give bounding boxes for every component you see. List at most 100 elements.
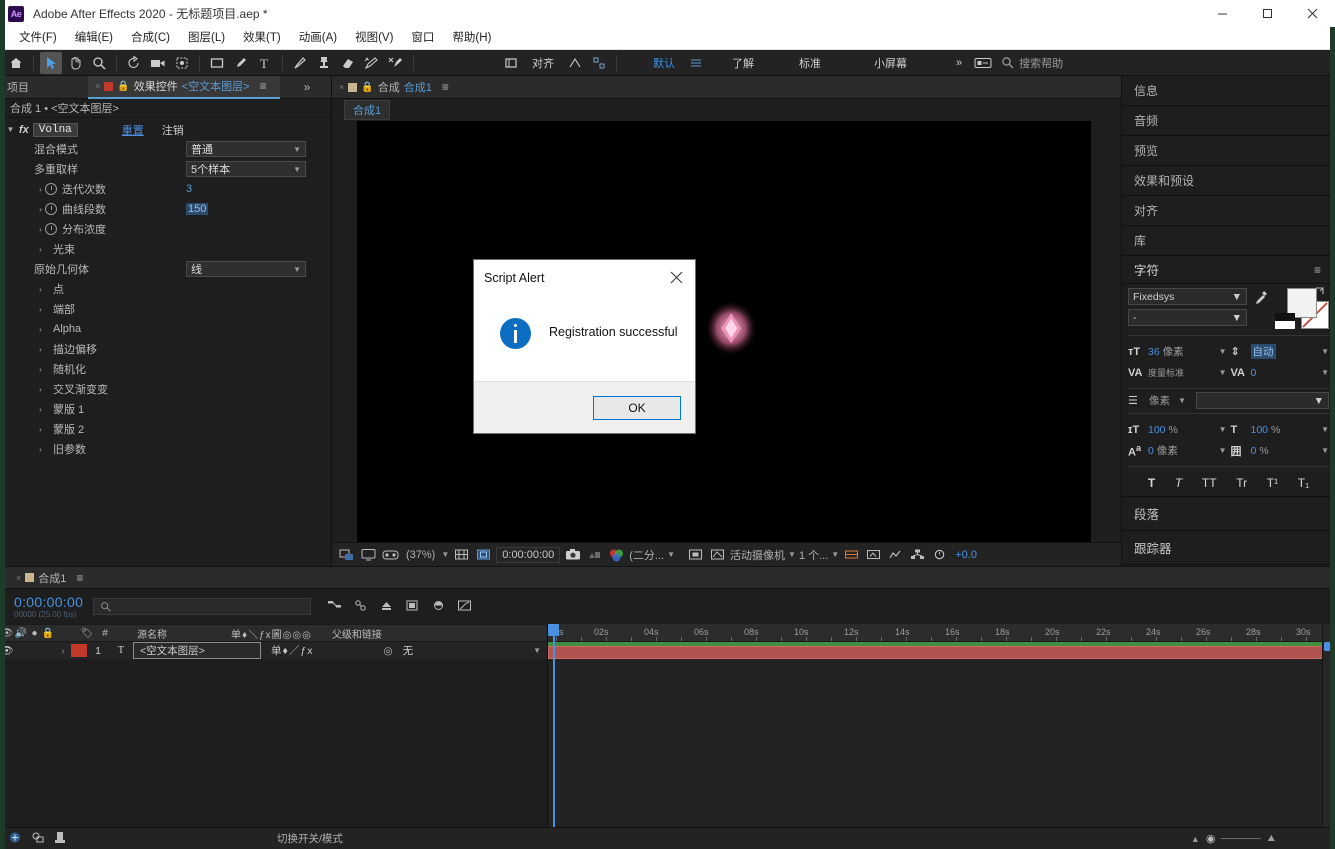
font-family-select[interactable]: Fixedsys ▼ (1128, 288, 1247, 305)
chevron-down-icon[interactable]: ▼ (1178, 396, 1186, 405)
panel-character-header[interactable]: 字符 ≡ (1122, 256, 1335, 284)
all-caps-button[interactable]: TT (1202, 476, 1217, 490)
superscript-button[interactable]: T¹ (1267, 476, 1278, 490)
hand-tool-icon[interactable] (64, 52, 86, 74)
chevron-down-icon[interactable]: ▼ (1219, 347, 1227, 356)
tab-project[interactable]: 项目 (0, 76, 36, 99)
menu-window[interactable]: 窗口 (402, 27, 443, 50)
brush-tool-icon[interactable] (289, 52, 311, 74)
enable-frame-blending-icon[interactable] (405, 599, 420, 615)
panel-overflow-icon[interactable]: » (298, 80, 317, 94)
tab-composition[interactable]: × 🔒 合成 合成1 ≡ (332, 76, 462, 99)
snapping-icon[interactable] (588, 52, 610, 74)
close-icon[interactable] (657, 263, 695, 293)
workspace-overflow-icon[interactable]: » (916, 57, 971, 69)
menu-view[interactable]: 视图(V) (346, 27, 402, 50)
resolution-dropdown[interactable]: (二分... (629, 547, 664, 563)
layer-switches[interactable]: 单♦／ƒx (261, 643, 313, 658)
composition-mini-flowchart-icon[interactable] (327, 599, 342, 615)
stroke-type-select[interactable]: ▼ (1195, 392, 1329, 409)
timeline-tracker-icon[interactable] (54, 831, 66, 847)
views-dropdown[interactable]: 1 个... (799, 547, 828, 563)
hide-shy-layers-icon[interactable] (379, 599, 394, 615)
panel-effects-presets[interactable]: 效果和预设 (1122, 166, 1335, 196)
snapshot-camera-icon[interactable] (563, 546, 582, 564)
exposure-value[interactable]: +0.0 (952, 549, 980, 561)
zoom-out-icon[interactable]: ▲ (1191, 834, 1200, 844)
curve-segments-value[interactable]: 150 (186, 203, 209, 215)
effect-name[interactable]: Volna (32, 122, 78, 137)
chevron-down-icon[interactable]: ▼ (1219, 425, 1227, 434)
faux-italic-button[interactable]: T (1175, 476, 1182, 490)
align-panel-icon[interactable] (500, 52, 522, 74)
tab-close-icon[interactable]: × (339, 82, 344, 92)
tab-close-icon[interactable]: × (95, 81, 100, 91)
home-icon[interactable] (5, 52, 27, 74)
menu-animation[interactable]: 动画(A) (290, 27, 346, 50)
selection-tool-icon[interactable] (40, 51, 62, 74)
vr-view-icon[interactable] (381, 546, 400, 564)
mask-shape-view-icon[interactable] (708, 546, 727, 564)
resolution-chevron-icon[interactable]: ▼ (667, 550, 675, 559)
stopwatch-icon[interactable] (45, 183, 57, 195)
panel-menu-icon[interactable]: ≡ (254, 79, 273, 93)
camera-tool-icon[interactable] (147, 52, 169, 74)
main-viewer-icon[interactable] (359, 546, 378, 564)
multisampling-dropdown[interactable]: 5个样本 ▼ (186, 161, 306, 177)
layer-bar-track[interactable] (548, 642, 1335, 663)
rotation-tool-icon[interactable] (123, 52, 145, 74)
kerning-field[interactable]: VA 度量标准 ▼ (1128, 363, 1227, 382)
subscript-button[interactable]: T₁ (1298, 476, 1309, 490)
workspace-standard[interactable]: 标准 (763, 55, 830, 71)
timeline-zoom-slider[interactable]: ▲ ◉ ⛰ (1191, 832, 1275, 845)
timeline-search-input[interactable] (93, 598, 312, 615)
tracking-field[interactable]: VA 0 ▼ (1231, 363, 1330, 382)
zoom-slider-track[interactable] (1221, 838, 1262, 839)
toggle-switches-modes-icon[interactable] (31, 831, 45, 847)
composition-canvas[interactable] (357, 121, 1091, 542)
layer-expand-icon[interactable]: › (55, 645, 71, 657)
maximize-icon[interactable] (1245, 0, 1290, 27)
disclosure-triangle-icon[interactable]: › (36, 305, 45, 314)
transparency-grid-icon[interactable] (686, 546, 705, 564)
chevron-down-icon[interactable]: ▼ (1321, 425, 1329, 434)
lock-switch-icon[interactable]: 🔒 (41, 628, 55, 639)
zoom-level[interactable]: (37%) (403, 549, 438, 561)
logout-button[interactable]: 注销 (162, 122, 184, 138)
timeline-ruler[interactable]: 0s 02s 04s 06s 08s 10s 12s 14s 16s 18s 2… (548, 624, 1335, 642)
fast-previews-icon[interactable] (864, 546, 883, 564)
layer-label-color[interactable] (71, 644, 87, 657)
timeline-current-time[interactable]: 0:00:00:00 00000 (25.00 fps) (0, 594, 83, 619)
enable-motion-blur-icon[interactable] (431, 599, 446, 615)
blend-mode-dropdown[interactable]: 普通 ▼ (186, 141, 306, 157)
panel-preview[interactable]: 预览 (1122, 136, 1335, 166)
workspace-learn[interactable]: 了解 (708, 55, 763, 71)
playhead[interactable] (553, 624, 555, 827)
channel-rgb-icon[interactable] (607, 546, 626, 564)
disclosure-triangle-icon[interactable]: › (36, 225, 45, 234)
disclosure-triangle-icon[interactable]: › (36, 405, 45, 414)
composition-timecode[interactable]: 0:00:00:00 (496, 546, 561, 563)
timeline-link-icon[interactable] (886, 546, 905, 564)
tab-close-icon[interactable]: × (16, 573, 21, 583)
panel-info[interactable]: 信息 (1122, 76, 1335, 106)
small-caps-button[interactable]: Tr (1236, 476, 1247, 490)
panel-menu-icon[interactable]: ≡ (1308, 263, 1327, 277)
panel-menu-icon[interactable]: ≡ (436, 80, 455, 94)
layer-duration-bar[interactable] (548, 646, 1335, 659)
draft-3d-icon[interactable] (353, 599, 368, 615)
text-tool-icon[interactable]: T (254, 52, 276, 74)
ok-button[interactable]: OK (593, 395, 681, 420)
panel-align[interactable]: 对齐 (1122, 196, 1335, 226)
eyedropper-icon[interactable] (1254, 290, 1268, 306)
disclosure-triangle-icon[interactable]: › (36, 345, 45, 354)
lock-icon[interactable]: 🔒 (361, 82, 373, 93)
composition-viewer[interactable] (332, 121, 1121, 542)
zoom-slider-thumb[interactable]: ◉ (1206, 832, 1216, 845)
mask-tool-icon[interactable] (564, 52, 586, 74)
close-icon[interactable] (1290, 0, 1335, 27)
lock-icon[interactable]: 🔒 (117, 81, 129, 92)
disclosure-triangle-icon[interactable]: › (36, 205, 45, 214)
composition-breadcrumb-chip[interactable]: 合成1 (344, 100, 391, 120)
chevron-down-icon[interactable]: ▼ (1219, 446, 1227, 455)
